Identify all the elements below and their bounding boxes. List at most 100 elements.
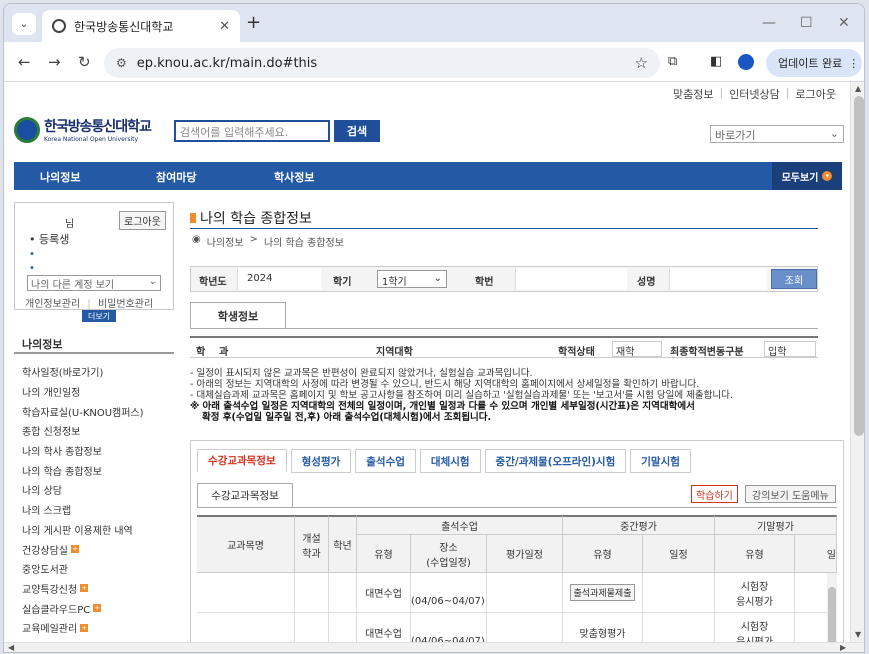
site-settings-icon[interactable]: ⚙	[116, 56, 127, 70]
link-online-counsel[interactable]: 인터넷상담	[729, 86, 780, 102]
other-account-select[interactable]: 나의 다른 계정 보기 ⌄	[27, 275, 161, 291]
table-cell	[487, 613, 563, 642]
more-menu-icon[interactable]: ⋮	[848, 57, 859, 70]
plus-icon: +	[80, 623, 89, 632]
horizontal-scrollbar[interactable]: ◀ ▶	[4, 642, 864, 652]
new-tab-button[interactable]: +	[246, 12, 261, 33]
grid-scroll-thumb[interactable]	[828, 587, 836, 642]
scroll-right-icon[interactable]: ▶	[840, 643, 846, 652]
side-heading: 나의정보	[14, 330, 174, 354]
logout-button[interactable]: 로그아웃	[119, 211, 166, 230]
table-cell: 출석과제물제출	[563, 573, 643, 613]
sidebar-item[interactable]: 종합 신청정보	[14, 421, 174, 441]
forward-icon[interactable]: →	[48, 53, 61, 71]
tab-divider	[190, 328, 818, 329]
search-button[interactable]: 검색	[334, 120, 380, 142]
tab-enrolled-courses[interactable]: 수강교과목정보	[197, 449, 287, 473]
bookmark-star-icon[interactable]: ☆	[635, 54, 648, 72]
update-button[interactable]: 업데이트 완료 ⋮	[766, 49, 862, 77]
sidebar-item[interactable]: 나의 학사 종합정보	[14, 441, 174, 461]
page-title: 나의 학습 종합정보	[190, 208, 312, 228]
search-input[interactable]: 검색어를 입력해주세요.	[174, 120, 330, 142]
lecture-help-button[interactable]: 강의보기 도움메뉴	[745, 485, 836, 503]
assignment-submit-button[interactable]: 출석과제물제출	[569, 584, 636, 601]
grid-scrollbar[interactable]	[827, 573, 837, 642]
minimize-icon[interactable]: —	[762, 15, 776, 31]
back-icon[interactable]: ←	[18, 53, 31, 71]
sidebar-item[interactable]: 학사일정(바로가기)	[14, 362, 174, 382]
sidebar-item[interactable]: 나의 상담	[14, 480, 174, 500]
scroll-down-icon[interactable]: ▼	[855, 630, 861, 639]
query-filter: 학년도 2024 학기 1학기 ⌄ 학번 성명 조회	[190, 266, 818, 292]
sidebar-item[interactable]: 학습자료실(U-KNOU캠퍼스)	[14, 401, 174, 421]
site-logo[interactable]: 한국방송통신대학교 Korea National Open University	[14, 116, 152, 143]
table-cell	[295, 573, 329, 613]
scroll-up-icon[interactable]: ▲	[855, 84, 861, 93]
maximize-icon[interactable]: ☐	[800, 15, 813, 31]
separator: |	[785, 86, 790, 99]
notice-line: - 아래의 정보는 지역대학의 사정에 따라 변경될 수 있으니, 반드시 해당…	[190, 379, 700, 390]
sidebar-item[interactable]: 나의 스크랩	[14, 500, 174, 520]
term-label: 학기	[333, 277, 352, 288]
nav-academic-info[interactable]: 학사정보	[274, 169, 314, 185]
sidebar-item-label: 건강상담실	[22, 545, 68, 557]
sidebar-item[interactable]: 나의 게시판 이용제한 내역	[14, 520, 174, 540]
more-button[interactable]: 더보기	[82, 310, 116, 322]
link-password[interactable]: 비밀번호관리	[98, 299, 153, 310]
page-scroll-thumb[interactable]	[854, 96, 864, 436]
url-text: ep.knou.ac.kr/main.do#this	[136, 55, 318, 71]
sidebar-item-label: 나의 스크랩	[22, 506, 72, 518]
tab-search-button[interactable]: ⌄	[12, 13, 36, 35]
tab-course-info[interactable]: 수강교과목정보	[197, 483, 293, 507]
view-all-button[interactable]: 모두보기 ▾	[772, 162, 842, 190]
title-divider	[190, 228, 818, 229]
term-select[interactable]: 1학기 ⌄	[377, 270, 447, 288]
sidebar-item-label: 나의 학사 종합정보	[22, 447, 102, 459]
tab-attendance-class[interactable]: 출석수업	[355, 449, 416, 473]
row-place: (04/06~04/07)	[411, 613, 487, 642]
reload-icon[interactable]: ↻	[78, 53, 91, 71]
tab-student-info[interactable]: 학생정보	[190, 302, 286, 328]
link-logout[interactable]: 로그아웃	[796, 86, 836, 102]
student-info-table: 학 과 지역대학 학적상태 재학 최종학적변동구분 입학	[190, 336, 818, 358]
page-scrollbar[interactable]: ▲ ▼	[850, 82, 864, 642]
separator: |	[719, 86, 724, 99]
plus-icon: +	[80, 584, 89, 593]
study-button[interactable]: 학습하기	[691, 485, 738, 503]
scroll-left-icon[interactable]: ◀	[8, 643, 14, 652]
sidebar-item[interactable]: 교육메일관리 +	[14, 618, 174, 638]
tab-substitute-exam[interactable]: 대체시험	[419, 449, 481, 473]
row-type: 대면수업	[357, 613, 411, 642]
tab-formative-eval[interactable]: 형성평가	[290, 449, 352, 473]
link-custom-info[interactable]: 맞춤정보	[673, 86, 713, 102]
extensions-icon[interactable]: ⧉	[668, 54, 677, 69]
side-menu: 학사일정(바로가기) 나의 개인일정 학습자료실(U-KNOU캠퍼스) 종합 신청정보…	[14, 362, 174, 638]
tab-midterm-exam[interactable]: 중간/과제물(오프라인)시험	[484, 449, 627, 473]
region-label: 지역대학	[376, 347, 413, 358]
sidebar-item[interactable]: 중앙도서관	[14, 559, 174, 579]
notice-emphasis: ※ 아래 출석수업 일정은 지역대학의 전체의 일정이며, 개인별 일정과 다를…	[190, 401, 695, 412]
nav-participation[interactable]: 참여마당	[156, 169, 196, 185]
profile-avatar[interactable]	[738, 54, 754, 70]
nav-my-info[interactable]: 나의정보	[40, 169, 80, 185]
tab-final-exam[interactable]: 기말시험	[630, 449, 691, 473]
sidebar-item[interactable]: 나의 개인일정	[14, 382, 174, 402]
goto-select[interactable]: 바로가기 ⌄	[710, 125, 844, 143]
side-panel-icon[interactable]: ◧	[710, 54, 722, 69]
link-personal-info[interactable]: 개인정보관리	[25, 299, 80, 310]
logo-english: Korea National Open University	[44, 136, 139, 143]
sidebar-item[interactable]: 실습클라우드PC +	[14, 598, 174, 618]
other-account-label: 나의 다른 계정 보기	[31, 280, 115, 291]
breadcrumb-1[interactable]: 나의정보	[207, 234, 244, 249]
sidebar-item[interactable]: 교양특강신청 +	[14, 579, 174, 599]
sidebar-item[interactable]: 나의 학습 종합정보	[14, 460, 174, 480]
close-icon[interactable]: ✕	[219, 19, 230, 34]
close-window-icon[interactable]: ✕	[838, 15, 850, 31]
address-bar[interactable]: ⚙ ep.knou.ac.kr/main.do#this ☆	[104, 48, 660, 78]
emblem-icon	[14, 116, 40, 143]
header-mid-date: 일정	[643, 535, 715, 573]
browser-tab[interactable]: 한국방송통신대학교 ✕	[42, 10, 240, 42]
query-button[interactable]: 조회	[771, 269, 817, 289]
sidebar-item[interactable]: 건강상담실 +	[14, 539, 174, 559]
breadcrumb-2: 나의 학습 종합정보	[263, 238, 344, 249]
